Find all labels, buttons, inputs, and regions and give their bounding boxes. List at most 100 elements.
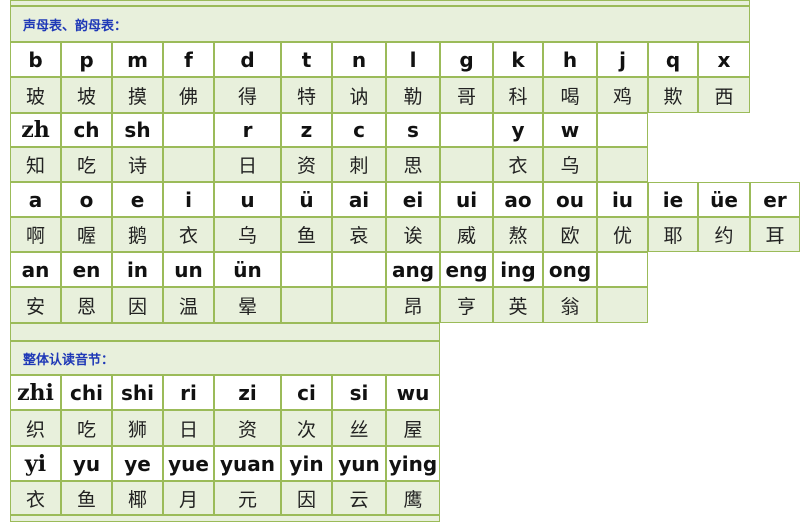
hanzi-cell: 坡 [61,77,112,113]
pinyin-cell: ao [493,182,543,217]
pinyin-cell: ai [332,182,386,217]
hanzi-cell [440,147,493,182]
hanzi-cell: 诗 [112,147,163,182]
hanzi-cell [597,147,648,182]
hanzi-cell: 吃 [61,410,112,446]
hanzi-cell: 鹰 [386,481,440,515]
pinyin-cell: ong [543,252,597,287]
hanzi-cell: 恩 [61,287,112,323]
pinyin-cell: w [543,113,597,147]
pinyin-cell: iu [597,182,648,217]
hanzi-cell: 次 [281,410,332,446]
pinyin-cell: zi [214,375,281,410]
pinyin-cell [332,252,386,287]
hanzi-cell: 得 [214,77,281,113]
pinyin-cell: f [163,42,214,77]
hanzi-cell: 吃 [61,147,112,182]
pinyin-cell: er [750,182,800,217]
hanzi-cell: 椰 [112,481,163,515]
pinyin-cell: yun [332,446,386,481]
hanzi-cell: 织 [10,410,61,446]
hanzi-cell: 安 [10,287,61,323]
hanzi-cell: 特 [281,77,332,113]
hanzi-cell: 西 [698,77,750,113]
pinyin-cell: i [163,182,214,217]
hanzi-cell: 讷 [332,77,386,113]
hanzi-cell: 因 [112,287,163,323]
pinyin-cell: ying [386,446,440,481]
hanzi-cell: 知 [10,147,61,182]
hanzi-cell: 资 [214,410,281,446]
pinyin-cell: q [648,42,698,77]
hanzi-cell: 因 [281,481,332,515]
hanzi-cell: 亨 [440,287,493,323]
pinyin-cell: c [332,113,386,147]
hanzi-cell: 鱼 [281,217,332,252]
pinyin-cell: u [214,182,281,217]
hanzi-cell: 衣 [163,217,214,252]
hanzi-cell: 摸 [112,77,163,113]
hanzi-cell: 日 [214,147,281,182]
pinyin-cell: l [386,42,440,77]
pinyin-cell: an [10,252,61,287]
pinyin-cell: zh [10,113,61,147]
hanzi-cell: 科 [493,77,543,113]
hanzi-cell [163,147,214,182]
pinyin-cell: b [10,42,61,77]
hanzi-cell: 昂 [386,287,440,323]
hanzi-cell: 熬 [493,217,543,252]
pinyin-cell: ün [214,252,281,287]
hanzi-cell: 乌 [543,147,597,182]
pinyin-cell: a [10,182,61,217]
section-spacer-band [10,323,440,341]
hanzi-cell: 乌 [214,217,281,252]
hanzi-cell: 欺 [648,77,698,113]
hanzi-cell: 勒 [386,77,440,113]
hanzi-cell: 啊 [10,217,61,252]
hanzi-cell [332,287,386,323]
pinyin-cell: eng [440,252,493,287]
hanzi-cell: 温 [163,287,214,323]
hanzi-cell: 晕 [214,287,281,323]
hanzi-cell: 月 [163,481,214,515]
pinyin-cell: in [112,252,163,287]
pinyin-cell: ang [386,252,440,287]
pinyin-cell: ui [440,182,493,217]
pinyin-cell: m [112,42,163,77]
pinyin-cell [597,252,648,287]
pinyin-cell: ou [543,182,597,217]
pinyin-cell: wu [386,375,440,410]
pinyin-cell: g [440,42,493,77]
pinyin-cell: p [61,42,112,77]
pinyin-cell: ci [281,375,332,410]
hanzi-cell: 丝 [332,410,386,446]
pinyin-cell: r [214,113,281,147]
hanzi-cell: 佛 [163,77,214,113]
bottom-edge-band [10,515,440,522]
pinyin-cell: ing [493,252,543,287]
hanzi-cell: 云 [332,481,386,515]
hanzi-cell: 英 [493,287,543,323]
pinyin-cell: ie [648,182,698,217]
hanzi-cell: 翁 [543,287,597,323]
hanzi-cell: 鸡 [597,77,648,113]
pinyin-cell [597,113,648,147]
pinyin-cell: sh [112,113,163,147]
pinyin-cell [440,113,493,147]
hanzi-cell: 衣 [493,147,543,182]
pinyin-cell: yin [281,446,332,481]
pinyin-cell: shi [112,375,163,410]
pinyin-cell: ye [112,446,163,481]
pinyin-cell: ü [281,182,332,217]
pinyin-cell: yue [163,446,214,481]
hanzi-cell: 耶 [648,217,698,252]
pinyin-cell: h [543,42,597,77]
hanzi-cell: 思 [386,147,440,182]
pinyin-cell: x [698,42,750,77]
pinyin-cell: üe [698,182,750,217]
hanzi-cell: 刺 [332,147,386,182]
hanzi-cell: 鱼 [61,481,112,515]
hanzi-cell [597,287,648,323]
pinyin-cell: ei [386,182,440,217]
hanzi-cell: 元 [214,481,281,515]
